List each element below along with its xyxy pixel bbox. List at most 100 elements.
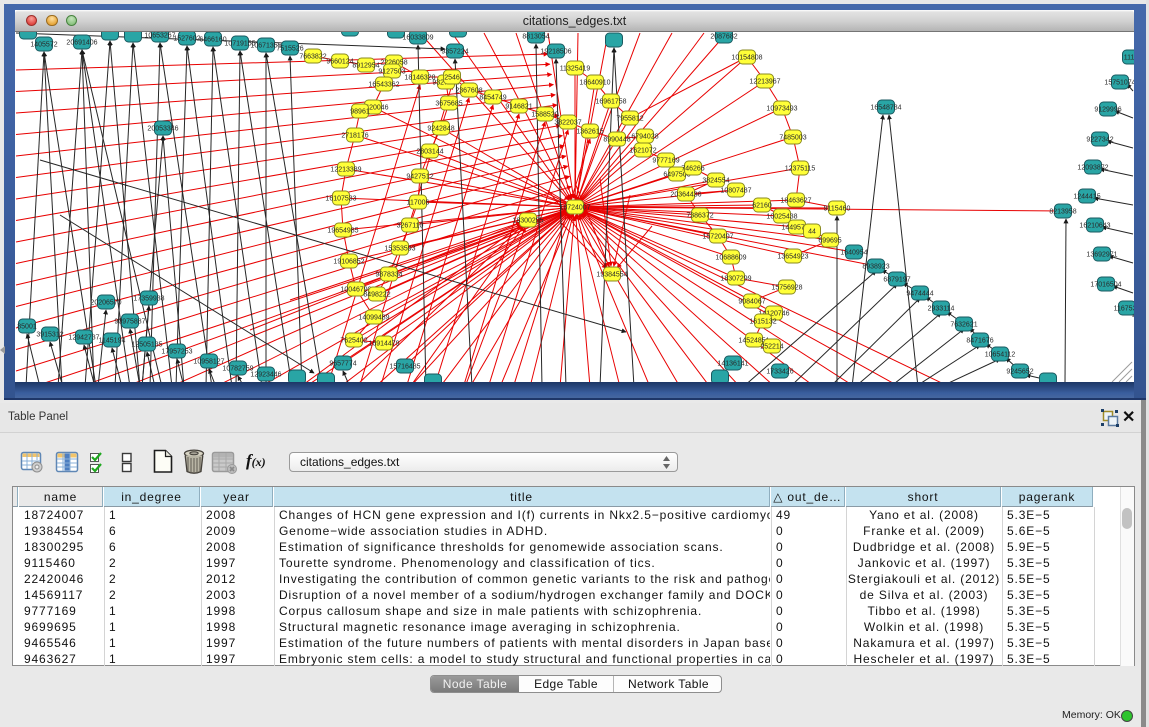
svg-text:9657774: 9657774 (329, 361, 356, 368)
svg-text:8454749: 8454749 (479, 95, 506, 102)
svg-text:16210643: 16210643 (1079, 223, 1110, 230)
svg-text:16914479: 16914479 (368, 341, 399, 348)
svg-text:14099489: 14099489 (358, 315, 389, 322)
svg-text:16107533: 16107533 (325, 196, 356, 203)
svg-text:9878334: 9878334 (375, 272, 402, 279)
svg-text:9227342: 9227342 (1086, 137, 1113, 144)
svg-text:19654985: 19654985 (327, 228, 358, 235)
svg-text:13654923: 13654923 (777, 254, 808, 261)
svg-text:699695: 699695 (818, 238, 841, 245)
svg-text:17359938: 17359938 (133, 296, 164, 303)
svg-text:10654112: 10654112 (985, 352, 1016, 359)
svg-text:10782759: 10782759 (222, 366, 253, 373)
svg-text:14136141: 14136141 (717, 361, 748, 368)
svg-text:10154808: 10154808 (731, 55, 762, 62)
svg-text:9084067: 9084067 (738, 299, 765, 306)
svg-text:98961: 98961 (350, 109, 370, 116)
svg-text:9357224: 9357224 (441, 49, 468, 56)
svg-text:8990448: 8990448 (603, 137, 630, 144)
svg-text:1615132: 1615132 (749, 319, 776, 326)
svg-text:1621072: 1621072 (629, 148, 656, 155)
svg-text:12213967: 12213967 (749, 79, 780, 86)
svg-text:1405572: 1405572 (30, 42, 57, 49)
svg-text:2087682: 2087682 (710, 34, 737, 41)
svg-text:2933114: 2933114 (928, 306, 955, 313)
svg-text:13692971: 13692971 (1086, 252, 1117, 259)
svg-text:9777169: 9777169 (652, 158, 679, 165)
svg-text:17957253: 17957253 (161, 349, 192, 356)
svg-text:10958127: 10958127 (193, 359, 224, 366)
svg-text:252214: 252214 (760, 344, 783, 351)
svg-text:7663822: 7663822 (299, 54, 326, 61)
svg-text:12093872: 12093872 (1077, 165, 1108, 172)
svg-text:7625402: 7625402 (340, 338, 367, 345)
svg-text:6879197: 6879197 (883, 277, 910, 284)
svg-text:8813054: 8813054 (522, 34, 549, 41)
svg-text:18146328: 18146328 (404, 75, 435, 82)
svg-text:19384554: 19384554 (596, 272, 627, 279)
svg-text:18463627: 18463627 (780, 198, 811, 205)
svg-text:10653267: 10653267 (144, 33, 175, 40)
svg-text:3915312: 3915312 (36, 332, 63, 339)
svg-text:9115460: 9115460 (824, 206, 851, 213)
svg-text:8471676: 8471676 (966, 338, 993, 345)
svg-text:8938923: 8938923 (862, 264, 889, 271)
svg-text:20691406: 20691406 (66, 40, 97, 47)
svg-text:9129996: 9129996 (1094, 107, 1121, 114)
svg-text:2546: 2546 (444, 75, 460, 82)
svg-text:16033809: 16033809 (402, 35, 433, 42)
svg-text:1527602: 1527602 (173, 36, 200, 43)
svg-text:18640910: 18640910 (579, 80, 610, 87)
svg-text:85001: 85001 (17, 324, 37, 331)
svg-text:9245652: 9245652 (1006, 369, 1033, 376)
svg-text:3267110: 3267110 (397, 223, 424, 230)
svg-text:12505135: 12505135 (131, 342, 162, 349)
svg-text:19218506: 19218506 (540, 49, 571, 56)
svg-text:10688609: 10688609 (715, 255, 746, 262)
svg-text:3675685: 3675685 (435, 101, 462, 108)
svg-text:6466160: 6466160 (199, 37, 226, 44)
svg-text:9127503: 9127503 (378, 69, 405, 76)
svg-text:9146821: 9146821 (505, 104, 532, 111)
svg-text:12375115: 12375115 (785, 166, 816, 173)
svg-text:15720407: 15720407 (702, 234, 733, 241)
svg-text:7632621: 7632621 (950, 322, 977, 329)
svg-text:8498222: 8498222 (363, 292, 390, 299)
svg-text:9427512: 9427512 (406, 174, 433, 181)
svg-text:15716485: 15716485 (389, 364, 420, 371)
svg-text:16548784: 16548784 (870, 105, 901, 112)
svg-text:7515526: 7515526 (276, 46, 303, 53)
svg-text:12942737: 12942737 (68, 335, 99, 342)
svg-text:90975887: 90975887 (114, 319, 145, 326)
svg-text:62160: 62160 (752, 203, 772, 210)
svg-text:1145194: 1145194 (99, 338, 126, 345)
svg-text:15751074: 15751074 (1104, 80, 1134, 87)
svg-text:20364436: 20364436 (670, 192, 701, 199)
svg-text:10807487: 10807487 (720, 188, 751, 195)
svg-text:10973493: 10973493 (766, 106, 797, 113)
svg-text:7955812: 7955812 (616, 116, 643, 123)
svg-text:20206570: 20206570 (90, 300, 121, 307)
svg-text:8213958: 8213958 (1049, 209, 1076, 216)
svg-text:15353593: 15353593 (384, 246, 415, 253)
svg-text:18300295: 18300295 (512, 218, 543, 225)
svg-text:2367608: 2367608 (455, 88, 482, 95)
svg-text:19106852: 19106852 (333, 259, 364, 266)
svg-text:117006: 117006 (407, 200, 430, 207)
svg-text:9660124: 9660124 (326, 59, 353, 66)
svg-text:1640954: 1640954 (840, 250, 867, 257)
svg-text:44: 44 (808, 229, 816, 236)
svg-text:16543362: 16543362 (368, 82, 399, 89)
svg-text:1167533: 1167533 (1114, 306, 1134, 313)
svg-text:11325419: 11325419 (560, 66, 591, 73)
svg-text:2718176: 2718176 (341, 133, 368, 140)
svg-text:8912954: 8912954 (352, 63, 379, 70)
svg-text:1362615: 1362615 (576, 129, 603, 136)
svg-text:746266: 746266 (681, 166, 704, 173)
svg-text:10025438: 10025438 (766, 214, 797, 221)
svg-text:17016504: 17016504 (1090, 282, 1121, 289)
svg-text:1733426: 1733426 (766, 369, 793, 376)
svg-text:18307299: 18307299 (720, 276, 751, 283)
svg-text:1588520: 1588520 (531, 112, 558, 119)
svg-text:9474444: 9474444 (906, 291, 933, 298)
